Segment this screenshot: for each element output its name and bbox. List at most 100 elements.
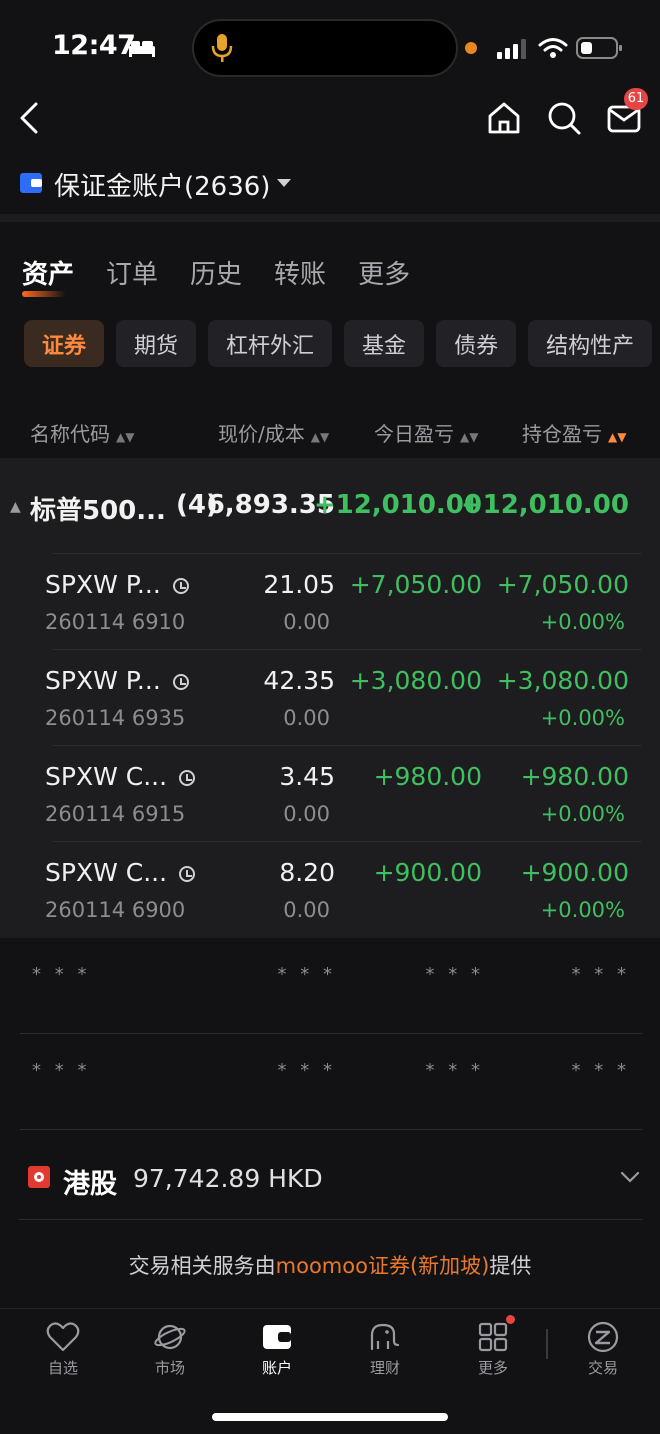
table-row[interactable]: SPXW P... 260114 6935 42.35 0.00 +3,080.… [0, 650, 660, 746]
column-header-name-label: 名称代码 [30, 422, 110, 446]
chip-funds[interactable]: 基金 [344, 320, 425, 367]
position-name-text: SPXW C... [45, 762, 168, 791]
service-note-suffix: 提供 [489, 1254, 532, 1278]
clock-icon [179, 770, 196, 786]
wifi-icon [538, 38, 568, 58]
column-header-position-pl[interactable]: 持仓盈亏 ▲▼ [522, 418, 626, 447]
nav-trade[interactable]: 交易 [563, 1321, 643, 1378]
position-name: SPXW P... [45, 570, 189, 599]
hidden-value: * * * [32, 1060, 91, 1081]
clock-icon [172, 578, 189, 594]
chip-futures[interactable]: 期货 [116, 320, 197, 367]
status-time: 12:47 [52, 30, 136, 61]
tab-more[interactable]: 更多 [358, 254, 410, 291]
table-row[interactable]: SPXW C... 260114 6900 8.20 0.00 +900.00 … [0, 842, 660, 938]
hidden-value: * * * [277, 1060, 336, 1081]
hidden-value: * * * [425, 964, 484, 985]
mail-badge: 61 [624, 88, 648, 110]
wallet-icon [20, 173, 42, 193]
chip-structured[interactable]: 结构性产 [528, 320, 653, 367]
planet-icon [154, 1324, 186, 1350]
position-price: 21.05 [263, 570, 335, 599]
chevron-down-icon[interactable] [620, 1170, 640, 1184]
position-pl: +900.00 [520, 858, 629, 887]
group-name[interactable]: 标普500... [30, 490, 166, 527]
position-pl: +980.00 [520, 762, 629, 791]
tab-orders[interactable]: 订单 [106, 254, 158, 291]
back-arrow-icon[interactable] [16, 100, 42, 136]
trade-icon [587, 1321, 619, 1353]
search-icon[interactable] [546, 100, 582, 136]
cellular-signal-icon [497, 39, 526, 59]
bed-icon [129, 41, 155, 57]
nav-wealth[interactable]: 理财 [345, 1321, 425, 1378]
table-row[interactable]: SPXW P... 260114 6910 21.05 0.00 +7,050.… [0, 554, 660, 650]
hk-stocks-row[interactable]: 港股 97,742.89 HKD [0, 1130, 660, 1220]
position-name-text: SPXW P... [45, 666, 161, 695]
hidden-value: * * * [571, 964, 630, 985]
collapse-caret-icon[interactable]: ▲ [10, 499, 21, 515]
account-selector[interactable]: 保证金账户(2636) [54, 166, 270, 203]
position-price: 42.35 [263, 666, 335, 695]
position-name-text: SPXW P... [45, 570, 161, 599]
position-pl-percent: +0.00% [540, 802, 625, 826]
hidden-value: * * * [571, 1060, 630, 1081]
notification-dot [506, 1315, 515, 1324]
table-row[interactable]: SPXW C... 260114 6915 3.45 0.00 +980.00 … [0, 746, 660, 842]
position-today-pl: +980.00 [373, 762, 482, 791]
tab-transfer[interactable]: 转账 [274, 254, 326, 291]
service-provider-note: 交易相关服务由moomoo证券(新加坡)提供 [0, 1250, 660, 1280]
service-note-prefix: 交易相关服务由 [128, 1254, 276, 1278]
column-header-name[interactable]: 名称代码 ▲▼ [30, 418, 134, 447]
nav-account-label: 账户 [261, 1359, 292, 1377]
nav-account[interactable]: 账户 [237, 1321, 317, 1378]
section-divider [0, 214, 660, 222]
sort-active-icon: ▲▼ [608, 430, 627, 444]
hk-stocks-value: 97,742.89 HKD [133, 1164, 323, 1193]
position-pl: +7,050.00 [496, 570, 629, 599]
clock-icon [172, 674, 189, 690]
column-header-today-pl[interactable]: 今日盈亏 ▲▼ [374, 418, 478, 447]
nav-more[interactable]: 更多 [453, 1321, 533, 1378]
position-cost: 0.00 [283, 610, 330, 634]
position-cost: 0.00 [283, 802, 330, 826]
chip-bonds[interactable]: 债券 [436, 320, 517, 367]
hong-kong-flag-icon [28, 1166, 50, 1188]
position-code: 260114 6900 [45, 898, 186, 922]
hidden-value: * * * [32, 964, 91, 985]
grid-icon [478, 1322, 508, 1352]
chip-forex[interactable]: 杠杆外汇 [208, 320, 333, 367]
column-header-position-pl-label: 持仓盈亏 [522, 422, 602, 446]
nav-watchlist[interactable]: 自选 [23, 1321, 103, 1378]
microphone-icon [211, 34, 233, 62]
nav-market-label: 市场 [154, 1359, 185, 1377]
position-code: 260114 6910 [45, 610, 186, 634]
position-cost: 0.00 [283, 898, 330, 922]
hidden-value: * * * [277, 964, 336, 985]
group-position-pl: +12,010.00 [460, 490, 629, 520]
column-header-price-label: 现价/成本 [218, 422, 305, 446]
home-icon[interactable] [486, 100, 522, 136]
tab-history[interactable]: 历史 [190, 254, 242, 291]
position-code: 260114 6935 [45, 706, 186, 730]
asset-tabs: 资产 订单 历史 转账 更多 [22, 254, 410, 297]
nav-separator [546, 1329, 548, 1359]
nav-wealth-label: 理财 [369, 1359, 400, 1377]
hidden-row[interactable]: * * * * * * * * * * * * [0, 1034, 660, 1130]
sort-icon: ▲▼ [460, 430, 479, 444]
nav-market[interactable]: 市场 [130, 1321, 210, 1378]
sort-icon: ▲▼ [116, 430, 135, 444]
position-name-text: SPXW C... [45, 858, 168, 887]
broker-link[interactable]: moomoo证券(新加坡) [276, 1254, 490, 1278]
chip-securities[interactable]: 证券 [24, 320, 105, 367]
dropdown-caret-icon[interactable] [276, 177, 292, 189]
tab-assets[interactable]: 资产 [22, 254, 74, 297]
row-divider [18, 1219, 642, 1220]
sort-icon: ▲▼ [310, 430, 330, 444]
position-name: SPXW C... [45, 858, 196, 887]
hidden-row[interactable]: * * * * * * * * * * * * [0, 938, 660, 1034]
position-name: SPXW C... [45, 762, 196, 791]
position-cost: 0.00 [283, 706, 330, 730]
column-header-price[interactable]: 现价/成本 ▲▼ [218, 418, 329, 447]
asset-type-chips: 证券 期货 杠杆外汇 基金 债券 结构性产 [24, 320, 653, 367]
